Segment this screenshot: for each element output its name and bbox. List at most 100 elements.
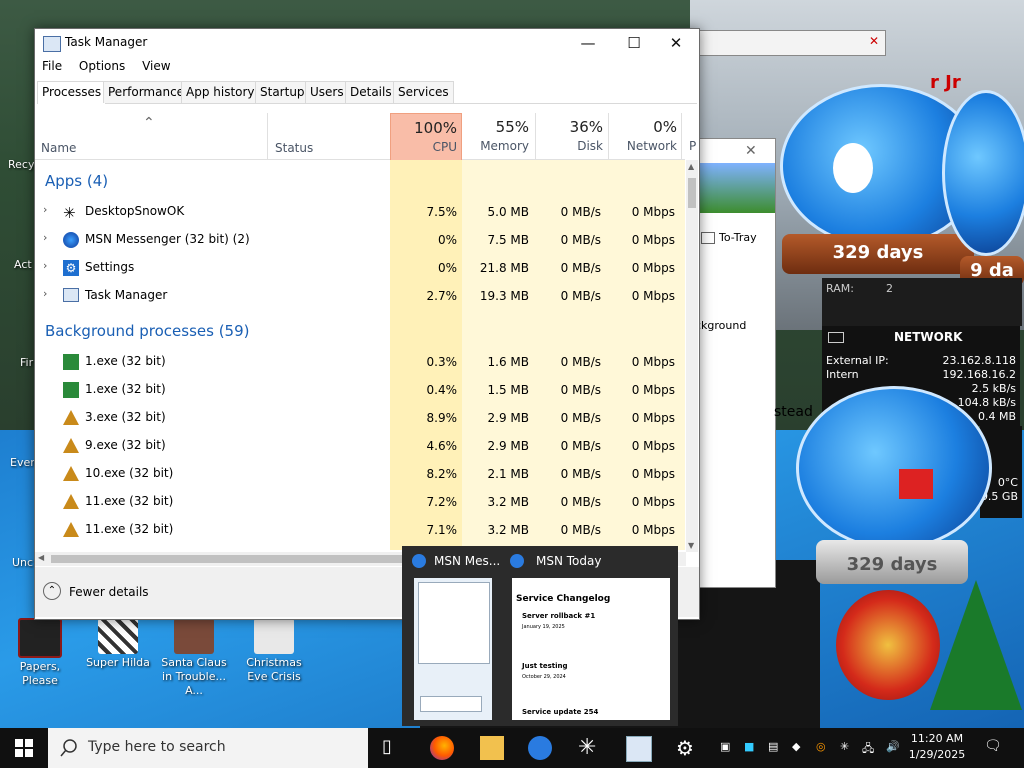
maximize-button[interactable]: ☐ [611,29,657,57]
tab-users[interactable]: Users [305,81,349,103]
expand-icon[interactable]: › [43,231,47,244]
snowflake-taskbar-icon[interactable]: ✳ [578,736,602,760]
vertical-scrollbar[interactable]: ▲ ▼ [686,160,698,552]
desktop-icon-fir-label[interactable]: Fir [20,356,33,369]
column-cpu[interactable]: 100% CPU [390,113,462,161]
preview-title-2[interactable]: MSN Today [536,554,601,568]
clock[interactable]: 11:20 AM 1/29/2025 [906,731,968,763]
column-power[interactable]: P [689,113,699,159]
desktop-icon-act-label[interactable]: Act [14,258,32,271]
tray-icon-5[interactable]: ◎ [816,740,826,753]
table-row[interactable]: 1.exe (32 bit) 0.4% 1.5 MB 0 MB/s 0 Mbps [35,376,685,404]
desktop-icon-recycle-label[interactable]: Recy [8,158,34,171]
task-manager-icon [43,36,61,52]
task-view-icon[interactable]: ▯ [382,736,406,760]
scrollbar-thumb[interactable] [688,178,696,208]
table-row[interactable]: › Task Manager 2.7% 19.3 MB 0 MB/s 0 Mbp… [35,282,685,310]
menu-file[interactable]: File [42,59,62,73]
expand-icon[interactable]: › [43,287,47,300]
table-row[interactable]: › ⚙ Settings 0% 21.8 MB 0 MB/s 0 Mbps [35,254,685,282]
network-rate-2: 104.8 kB/s [957,396,1016,409]
expand-icon[interactable]: › [43,203,47,216]
close-icon[interactable]: ✕ [745,143,757,159]
table-row[interactable]: 3.exe (32 bit) 8.9% 2.9 MB 0 MB/s 0 Mbps [35,404,685,432]
changelog-item-3: Service update 254 [522,708,599,716]
snowman-icon [833,143,873,193]
file-explorer-icon[interactable] [480,736,504,760]
fewer-details-button[interactable]: Fewer details [69,585,149,599]
table-row[interactable]: 11.exe (32 bit) 7.1% 3.2 MB 0 MB/s 0 Mbp… [35,516,685,544]
process-list: Apps (4) › ✳ DesktopSnowOK 7.5% 5.0 MB 0… [35,160,685,550]
task-manager-window[interactable]: Task Manager — ☐ ✕ File Options View Pro… [34,28,700,620]
chevron-up-icon[interactable]: ⌃ [43,582,61,600]
scrollbar-thumb[interactable] [51,555,411,563]
tab-performance[interactable]: Performance [103,81,190,103]
notification-icon[interactable]: 🗨 [984,738,1002,754]
tray-icon-4[interactable]: ◆ [792,740,800,753]
bg-window-titlebar[interactable]: ✕ [698,30,886,56]
tab-processes[interactable]: Processes [37,81,107,104]
table-row[interactable]: › ✳ DesktopSnowOK 7.5% 5.0 MB 0 MB/s 0 M… [35,198,685,226]
tray-icon-2[interactable]: ■ [744,740,754,753]
taskbar-preview[interactable]: MSN Mes... MSN Today Service Changelog S… [402,546,678,726]
task-manager-titlebar[interactable]: Task Manager — ☐ ✕ [35,29,699,57]
snow-globe-widget-3[interactable] [796,386,992,550]
column-network[interactable]: 0% Network [611,113,677,159]
desktop-icon-unc-label[interactable]: Unc [12,556,33,569]
to-tray-button[interactable]: To-Tray [719,231,757,244]
temperature-value: 0°C [997,476,1018,489]
task-manager-taskbar-icon[interactable] [626,736,652,762]
desktop-icon-papers-please[interactable]: Papers, Please [2,618,78,688]
tab-services[interactable]: Services [393,81,454,103]
start-button[interactable] [0,728,48,768]
desktop-icon-christmas-eve-crisis[interactable]: Christmas Eve Crisis [236,618,312,684]
column-status[interactable]: Status [275,113,385,159]
search-box[interactable]: Type here to search [48,728,368,768]
tab-app-history[interactable]: App history [181,81,260,103]
column-name[interactable]: Name [41,113,241,159]
scroll-down-icon[interactable]: ▼ [688,541,694,550]
tray-icon-1[interactable]: ▣ [720,740,730,753]
settings-taskbar-icon[interactable]: ⚙ [676,736,700,760]
table-row[interactable]: 10.exe (32 bit) 8.2% 2.1 MB 0 MB/s 0 Mbp… [35,460,685,488]
snow-globe-widget-2[interactable] [942,90,1024,256]
table-row[interactable]: 9.exe (32 bit) 4.6% 2.9 MB 0 MB/s 0 Mbps [35,432,685,460]
menu-view[interactable]: View [142,59,170,73]
table-row[interactable]: › MSN Messenger (32 bit) (2) 0% 7.5 MB 0… [35,226,685,254]
desktop-icon-santa-claus[interactable]: Santa Claus in Trouble... A... [156,618,232,698]
scroll-up-icon[interactable]: ▲ [688,162,694,171]
expand-icon[interactable]: › [43,259,47,272]
minimize-button[interactable]: — [565,29,611,57]
tab-details[interactable]: Details [345,81,397,103]
scroll-left-icon[interactable]: ◀ [38,553,44,562]
process-icon [63,494,79,509]
column-memory[interactable]: 55% Memory [463,113,529,159]
group-background-processes: Background processes (59) [45,322,250,340]
preview-thumbnail-msn-today[interactable]: Service Changelog Server rollback #1 Jan… [512,578,670,720]
desktop-icon-super-hilda[interactable]: Super Hilda [80,618,156,670]
volume-icon[interactable]: 🔊 [886,740,900,753]
desktop-icon-ever-label[interactable]: Ever [10,456,35,469]
tab-startup[interactable]: Startup [255,81,310,103]
menu-options[interactable]: Options [79,59,125,73]
external-ip-label: External IP: [826,354,889,367]
close-button[interactable]: ✕ [653,29,699,57]
desktop-icon-label: Christmas Eve Crisis [246,656,302,683]
close-icon[interactable]: ✕ [869,34,879,48]
preview-thumbnail-messenger[interactable] [414,578,492,720]
msn-messenger-taskbar-icon[interactable] [528,736,552,760]
snowflake-icon: ✳ [63,204,76,222]
table-row[interactable]: 1.exe (32 bit) 0.3% 1.6 MB 0 MB/s 0 Mbps [35,348,685,376]
table-row[interactable]: 11.exe (32 bit) 7.2% 3.2 MB 0 MB/s 0 Mbp… [35,488,685,516]
desktop-icon-label: Santa Claus in Trouble... A... [161,656,227,697]
column-disk[interactable]: 36% Disk [537,113,603,159]
column-header-row: ⌃ Name Status 100% CPU 55% Memory 36% Di… [35,113,696,161]
network-tray-icon[interactable]: 🖧 [862,740,874,759]
internal-ip-label: Intern [826,368,859,381]
tray-icon-3[interactable]: ▤ [768,740,778,753]
tray-snowflake-icon[interactable]: ✳ [840,740,849,753]
changelog-date-1: January 19, 2025 [522,624,565,630]
changelog-heading: Service Changelog [516,594,611,604]
firefox-icon[interactable] [430,736,454,760]
preview-title-1[interactable]: MSN Mes... [434,554,500,568]
